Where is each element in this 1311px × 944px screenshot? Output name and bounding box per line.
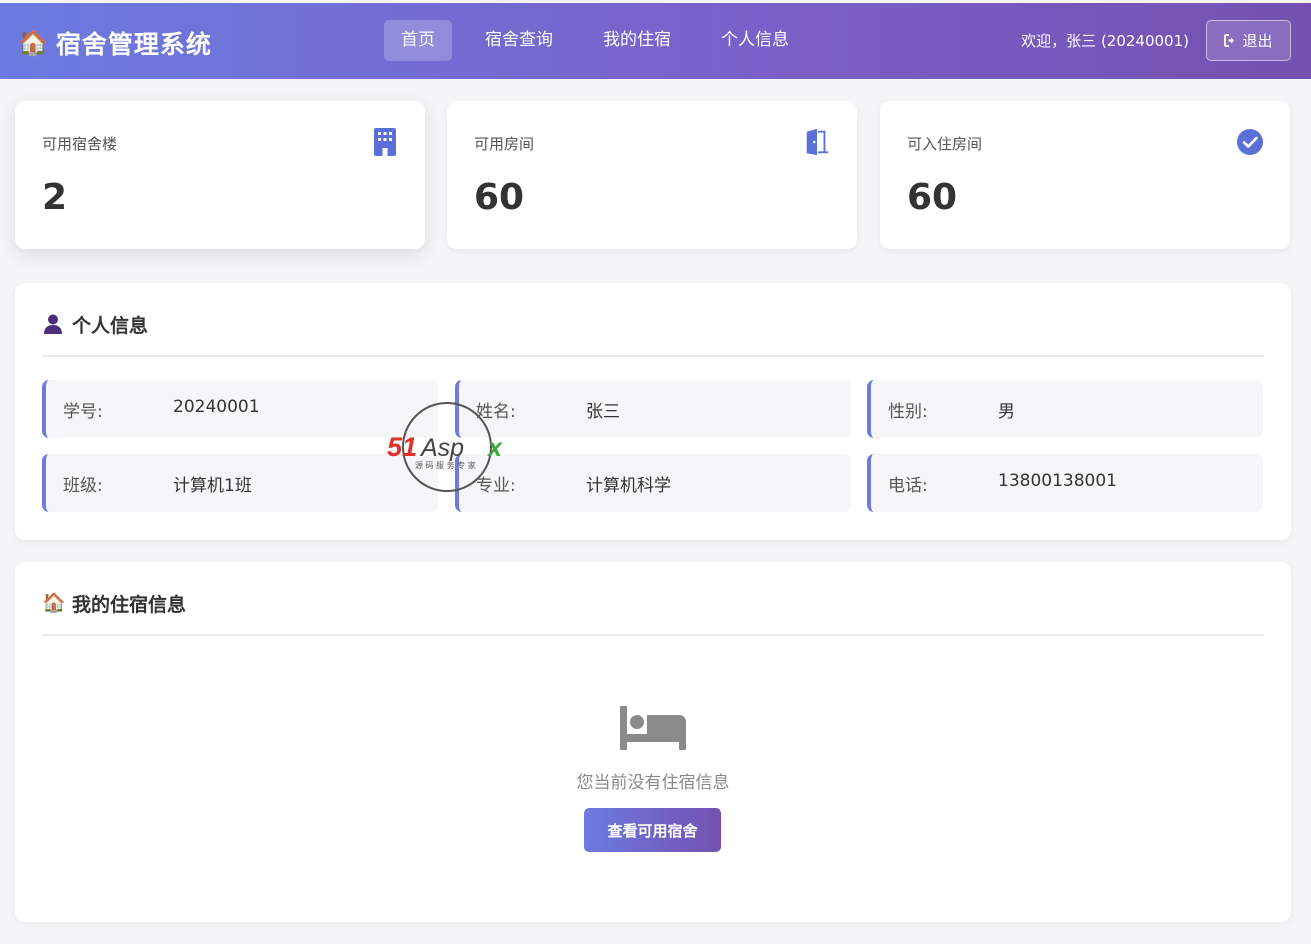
watermark-brand-51: 51 bbox=[387, 432, 417, 462]
top-navbar: 🏠 宿舍管理系统 首页 宿舍查询 我的住宿 个人信息 欢迎，张三 (202400… bbox=[0, 3, 1311, 79]
brand[interactable]: 🏠 宿舍管理系统 bbox=[18, 25, 212, 61]
building-icon bbox=[374, 128, 396, 156]
door-open-icon bbox=[805, 128, 829, 156]
nav-item-home[interactable]: 首页 bbox=[384, 20, 452, 61]
sign-out-icon bbox=[1224, 34, 1235, 47]
info-item-phone: 电话: 13800138001 bbox=[867, 454, 1263, 512]
info-value: 20240001 bbox=[173, 397, 260, 417]
stat-label: 可用宿舍楼 bbox=[42, 135, 118, 153]
info-value: 计算机科学 bbox=[586, 476, 671, 496]
nav-item-profile[interactable]: 个人信息 bbox=[704, 20, 806, 61]
panel-title: 个人信息 bbox=[72, 315, 149, 337]
watermark-tagline: 源 码 服 务 专 家 bbox=[415, 460, 476, 470]
watermark-brand-x: x bbox=[486, 434, 503, 462]
view-available-dorms-button[interactable]: 查看可用宿舍 bbox=[584, 808, 721, 852]
user-area: 欢迎，张三 (20240001) 退出 bbox=[1021, 20, 1291, 61]
stat-value: 60 bbox=[907, 177, 958, 218]
stat-label: 可用房间 bbox=[474, 135, 535, 153]
info-value: 13800138001 bbox=[998, 471, 1117, 491]
main-nav: 首页 宿舍查询 我的住宿 个人信息 bbox=[384, 20, 822, 61]
stat-card-buildings: 可用宿舍楼 2 bbox=[15, 101, 425, 249]
panel-header: 🏠 我的住宿信息 bbox=[42, 590, 1264, 636]
info-key: 性别: bbox=[888, 402, 928, 422]
user-icon bbox=[44, 314, 62, 334]
logout-button[interactable]: 退出 bbox=[1206, 20, 1291, 61]
house-icon: 🏠 bbox=[42, 592, 66, 614]
logout-label: 退出 bbox=[1242, 32, 1273, 50]
nav-item-my-residence[interactable]: 我的住宿 bbox=[586, 20, 688, 61]
info-value: 男 bbox=[998, 402, 1015, 422]
stat-card-rooms: 可用房间 60 bbox=[447, 101, 857, 249]
stat-value: 60 bbox=[474, 177, 525, 218]
welcome-text: 欢迎，张三 (20240001) bbox=[1021, 32, 1189, 50]
info-key: 电话: bbox=[888, 476, 928, 496]
panel-title: 我的住宿信息 bbox=[72, 594, 187, 616]
info-item-major: 专业: 计算机科学 bbox=[455, 454, 851, 512]
info-value: 计算机1班 bbox=[173, 476, 252, 496]
info-item-gender: 性别: 男 bbox=[867, 380, 1263, 438]
stat-label: 可入住房间 bbox=[907, 135, 983, 153]
info-item-class: 班级: 计算机1班 bbox=[42, 454, 438, 512]
info-key: 学号: bbox=[63, 402, 103, 422]
info-key: 班级: bbox=[63, 476, 103, 496]
nav-item-dorm-search[interactable]: 宿舍查询 bbox=[468, 20, 570, 61]
residence-panel: 🏠 我的住宿信息 您当前没有住宿信息 查看可用宿舍 bbox=[15, 562, 1291, 922]
brand-title: 宿舍管理系统 bbox=[55, 30, 212, 59]
stat-value: 2 bbox=[42, 177, 68, 218]
check-circle-icon bbox=[1237, 129, 1263, 155]
house-icon: 🏠 bbox=[18, 29, 48, 57]
panel-header: 个人信息 bbox=[42, 311, 1264, 357]
info-item-student-id: 学号: 20240001 bbox=[42, 380, 438, 438]
info-value: 张三 bbox=[586, 402, 620, 422]
profile-panel: 个人信息 学号: 20240001 姓名: 张三 性别: 男 班级: 计算机1班… bbox=[15, 283, 1291, 540]
watermark-brand-aspx: Asp bbox=[419, 434, 464, 462]
empty-state-text: 您当前没有住宿信息 bbox=[576, 773, 730, 793]
info-item-name: 姓名: 张三 bbox=[455, 380, 851, 438]
bed-icon bbox=[620, 706, 686, 750]
stat-card-available: 可入住房间 60 bbox=[880, 101, 1290, 249]
watermark-logo: 51 Asp x 源 码 服 务 专 家 bbox=[387, 402, 503, 492]
